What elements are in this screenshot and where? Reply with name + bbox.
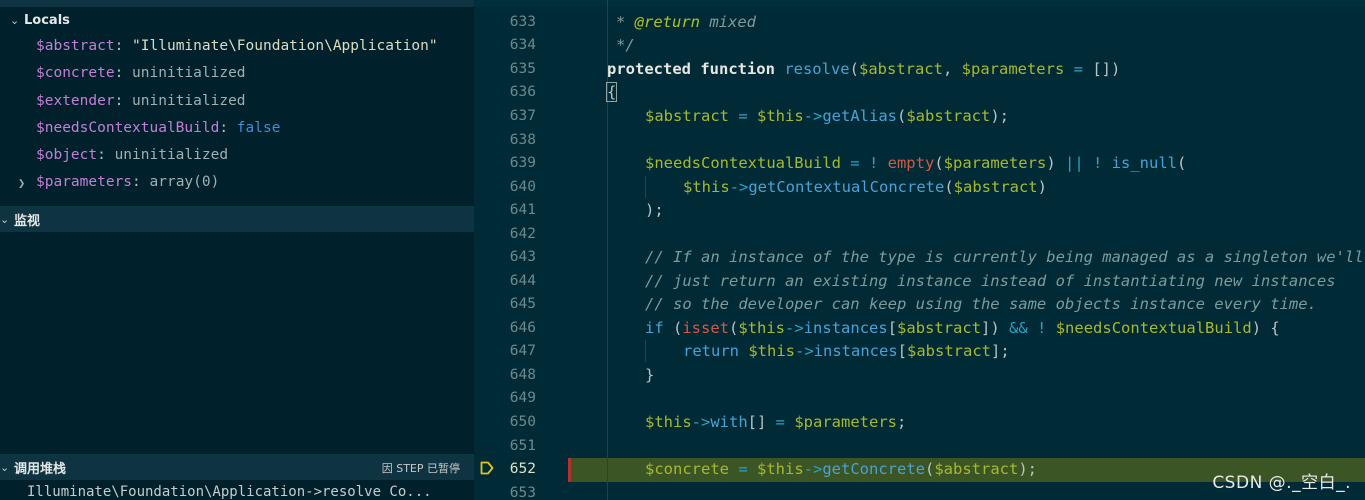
code-comment: // If an instance of the type is current… [645, 248, 1364, 266]
locals-header-label: Locals [24, 12, 70, 28]
code-line: 642 [474, 223, 1365, 247]
line-number: 638 [509, 132, 536, 148]
var-sep: : [97, 147, 115, 163]
code-text: { [605, 82, 618, 102]
var-name: $concrete [36, 65, 115, 81]
chevron-down-icon: ⌄ [0, 461, 10, 474]
code-line: 641 ); [474, 199, 1365, 223]
code-line: 646 if (isset($this->instances[$abstract… [474, 317, 1365, 341]
var-name: $needsContextualBuild [36, 120, 220, 136]
code-line: 644 // just return an existing instance … [474, 270, 1365, 294]
var-sep: : [132, 174, 150, 190]
line-number: 647 [509, 343, 536, 359]
line-number: 646 [509, 320, 536, 336]
line-number: 649 [509, 390, 536, 406]
code-comment: // so the developer can keep using the s… [645, 295, 1317, 313]
code-line: 650 $this->with[] = $parameters; [474, 411, 1365, 435]
line-number: 637 [509, 108, 536, 124]
watermark: CSDN @._空白_. [1212, 473, 1351, 493]
var-sep: : [114, 93, 133, 109]
var-sep: : [219, 120, 237, 136]
local-var-abstract[interactable]: $abstract: "Illuminate\Foundation\Applic… [36, 35, 438, 57]
code-line: 636 { [474, 81, 1365, 105]
var-value: uninitialized [132, 93, 246, 109]
code-text: $this->getContextualConcrete($abstract) [683, 178, 1047, 196]
code-comment: // just return an existing instance inst… [645, 272, 1336, 290]
chevron-right-icon[interactable]: ❯ [18, 176, 25, 190]
line-number: 640 [509, 179, 536, 195]
code-line: 640 $this->getContextualConcrete($abstra… [474, 176, 1365, 200]
code-line: 651 [474, 435, 1365, 459]
code-text: $abstract = $this->getAlias($abstract); [645, 107, 1010, 125]
var-value: array(0) [149, 174, 220, 190]
var-value: "Illuminate\Foundation\Application" [132, 38, 438, 54]
local-var-concrete[interactable]: $concrete: uninitialized [36, 62, 246, 84]
line-number: 633 [509, 14, 536, 30]
var-value: uninitialized [114, 147, 229, 163]
line-number: 653 [509, 485, 536, 500]
var-name: $abstract [36, 38, 115, 54]
var-name: $parameters [36, 174, 133, 190]
debug-sidebar: ⌄ Locals $abstract: "Illuminate\Foundati… [0, 0, 474, 500]
code-line: 647 return $this->instances[$abstract]; [474, 340, 1365, 364]
var-sep: : [114, 38, 133, 54]
code-text: return $this->instances[$abstract]; [683, 342, 1010, 360]
code-text: ); [645, 201, 664, 219]
code-line: 648 } [474, 364, 1365, 388]
watch-section-header[interactable]: ⌄ 监视 [0, 206, 474, 232]
chevron-down-icon: ⌄ [10, 13, 20, 27]
code-editor[interactable]: 633 * @return mixed 634 */ 635 protected… [474, 0, 1365, 500]
paused-status: 因 STEP 已暂停 [381, 461, 460, 475]
code-line: 645 // so the developer can keep using t… [474, 293, 1365, 317]
line-number: 650 [509, 414, 536, 430]
locals-section-header[interactable]: ⌄ Locals [0, 7, 474, 33]
line-number: 643 [509, 249, 536, 265]
var-value: uninitialized [132, 65, 246, 81]
code-line: 635 protected function resolve($abstract… [474, 58, 1365, 82]
line-number: 651 [509, 438, 536, 454]
local-var-parameters[interactable]: $parameters: array(0) [36, 171, 219, 193]
watch-header-label: 监视 [14, 214, 41, 229]
chevron-down-icon: ⌄ [0, 213, 10, 226]
code-text: * @return mixed [616, 13, 756, 31]
code-line: 633 * @return mixed [474, 11, 1365, 35]
line-number: 648 [509, 367, 536, 383]
stack-frame-item[interactable]: Illuminate\Foundation\Application->resol… [27, 484, 432, 500]
var-value: false [236, 120, 281, 136]
code-line: 638 [474, 129, 1365, 153]
code-text: $this->with[] = $parameters; [645, 413, 907, 431]
code-text: protected function resolve($abstract, $p… [607, 60, 1121, 78]
code-line: 643 // If an instance of the type is cur… [474, 246, 1365, 270]
var-name: $extender [36, 93, 115, 109]
local-var-needscontextualbuild[interactable]: $needsContextualBuild: false [36, 117, 280, 139]
code-text: if (isset($this->instances[$abstract]) &… [645, 319, 1280, 337]
code-line: 639 $needsContextualBuild = ! empty($par… [474, 152, 1365, 176]
code-line: 637 $abstract = $this->getAlias($abstrac… [474, 105, 1365, 129]
callstack-section-header[interactable]: ⌄ 调用堆栈 因 STEP 已暂停 [0, 454, 474, 480]
debug-stop-arrow-icon[interactable] [480, 461, 494, 475]
code-line: 649 [474, 387, 1365, 411]
line-number: 634 [509, 37, 536, 53]
line-number: 641 [509, 202, 536, 218]
code-line: 634 */ [474, 34, 1365, 58]
code-text: $concrete = $this->getConcrete($abstract… [645, 460, 1038, 478]
local-var-object[interactable]: $object: uninitialized [36, 144, 228, 166]
code-text: */ [616, 36, 635, 54]
top-strip [0, 0, 474, 7]
var-name: $object [36, 147, 98, 163]
line-number: 645 [509, 296, 536, 312]
line-number: 639 [509, 155, 536, 171]
code-text: } [645, 366, 655, 384]
line-number: 642 [509, 226, 536, 242]
code-text: $needsContextualBuild = ! empty($paramet… [645, 154, 1187, 172]
var-sep: : [114, 65, 133, 81]
line-number: 636 [509, 84, 536, 100]
callstack-header-label: 调用堆栈 [14, 462, 67, 477]
line-number: 635 [509, 61, 536, 77]
line-number: 644 [509, 273, 536, 289]
local-var-extender[interactable]: $extender: uninitialized [36, 90, 246, 112]
